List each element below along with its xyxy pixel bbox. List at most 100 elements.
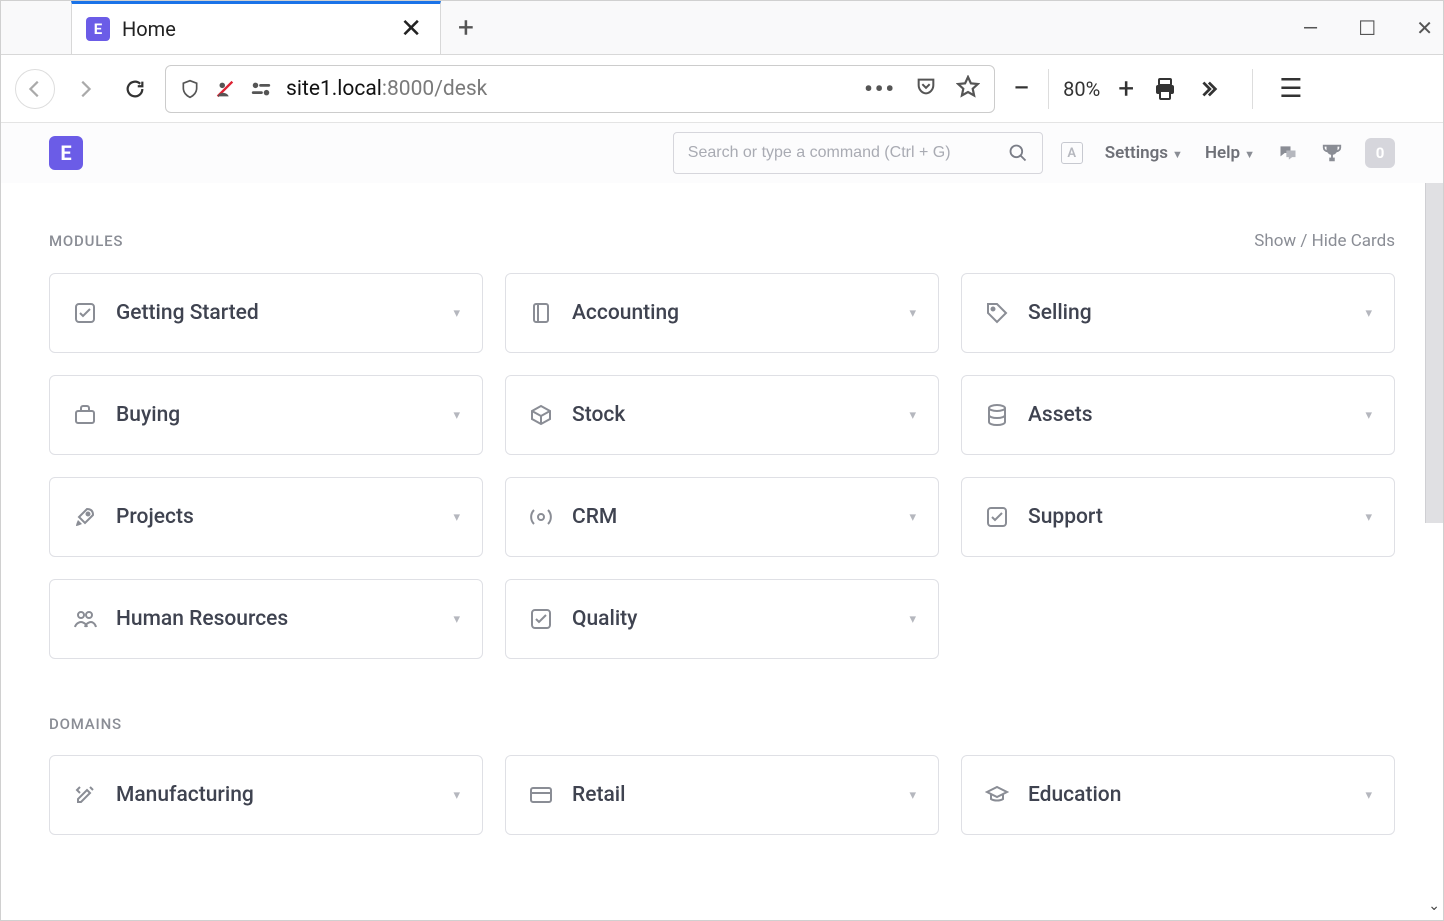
module-card-human-resources[interactable]: Human Resources ▾: [49, 579, 483, 659]
module-card-assets[interactable]: Assets ▾: [961, 375, 1395, 455]
card-label: Accounting: [572, 301, 679, 325]
overflow-icon[interactable]: [1196, 78, 1220, 100]
card-label: Education: [1028, 783, 1121, 807]
modules-section-header: MODULES Show / Hide Cards: [49, 231, 1395, 251]
minimize-icon[interactable]: —: [1303, 16, 1319, 40]
chevron-down-icon[interactable]: ▾: [453, 408, 460, 423]
briefcase-icon: [72, 403, 98, 427]
chevron-down-icon[interactable]: ▾: [453, 510, 460, 525]
star-icon[interactable]: [956, 75, 980, 103]
chevron-down-icon[interactable]: ▾: [909, 306, 916, 321]
chevron-down-icon[interactable]: ▾: [909, 788, 916, 803]
card-label: Stock: [572, 403, 625, 427]
search-icon[interactable]: [1008, 143, 1028, 163]
browser-tab-strip: E Home ✕ + — ☐ ✕: [1, 1, 1443, 55]
show-hide-cards-link[interactable]: Show / Hide Cards: [1254, 231, 1395, 251]
close-window-icon[interactable]: ✕: [1416, 16, 1433, 40]
chevron-down-icon[interactable]: ▾: [909, 510, 916, 525]
module-card-accounting[interactable]: Accounting ▾: [505, 273, 939, 353]
chevron-down-icon[interactable]: ▾: [1365, 408, 1372, 423]
chevron-down-icon[interactable]: ▾: [909, 612, 916, 627]
font-size-icon[interactable]: A: [1061, 142, 1083, 164]
browser-tab-home[interactable]: E Home ✕: [71, 1, 441, 54]
shield-icon[interactable]: [180, 78, 200, 100]
database-icon: [984, 403, 1010, 427]
domain-card-manufacturing[interactable]: Manufacturing ▾: [49, 755, 483, 835]
permission-icon[interactable]: [214, 78, 236, 100]
check-square-icon: [984, 505, 1010, 529]
settings-menu[interactable]: Settings▼: [1105, 143, 1183, 163]
chevron-down-icon[interactable]: ▾: [1365, 510, 1372, 525]
book-icon: [528, 301, 554, 325]
module-card-selling[interactable]: Selling ▾: [961, 273, 1395, 353]
reload-button[interactable]: [115, 69, 155, 109]
address-bar[interactable]: site1.local:8000/desk •••: [165, 65, 995, 113]
more-icon[interactable]: •••: [864, 75, 896, 103]
close-icon[interactable]: ✕: [400, 16, 422, 42]
card-label: Buying: [116, 403, 180, 427]
tab-title: Home: [122, 17, 176, 41]
domain-card-education[interactable]: Education ▾: [961, 755, 1395, 835]
card-label: CRM: [572, 505, 617, 529]
domains-cards-grid: Manufacturing ▾ Retail ▾ Education ▾: [49, 755, 1395, 835]
chevron-down-icon[interactable]: ▾: [453, 788, 460, 803]
card-label: Projects: [116, 505, 194, 529]
main-content: MODULES Show / Hide Cards Getting Starte…: [1, 183, 1443, 835]
hamburger-icon[interactable]: ☰: [1252, 69, 1302, 109]
notification-badge[interactable]: 0: [1365, 138, 1395, 168]
module-card-getting-started[interactable]: Getting Started ▾: [49, 273, 483, 353]
chevron-down-icon[interactable]: ▾: [453, 612, 460, 627]
tag-icon: [984, 301, 1010, 325]
card-label: Assets: [1028, 403, 1093, 427]
module-card-projects[interactable]: Projects ▾: [49, 477, 483, 557]
card-label: Quality: [572, 607, 637, 631]
pocket-icon[interactable]: [914, 75, 938, 103]
chevron-down-icon[interactable]: ▾: [453, 306, 460, 321]
module-card-support[interactable]: Support▾: [961, 477, 1395, 557]
modules-cards-grid: Getting Started▾Accounting▾Selling▾Buyin…: [49, 273, 1395, 659]
maximize-icon[interactable]: ☐: [1358, 16, 1376, 40]
zoom-level: 80%: [1063, 77, 1100, 101]
card-label: Human Resources: [116, 607, 288, 631]
app-header-right: A Settings▼ Help▼ 0: [1061, 138, 1395, 168]
search-field[interactable]: [673, 132, 1043, 174]
print-icon[interactable]: [1152, 77, 1178, 101]
check-square-icon: [528, 607, 554, 631]
card-label: Manufacturing: [116, 783, 254, 807]
forward-button[interactable]: [65, 69, 105, 109]
trophy-icon[interactable]: [1321, 142, 1343, 164]
domains-title: DOMAINS: [49, 715, 122, 733]
app-logo[interactable]: E: [49, 136, 83, 170]
chevron-down-icon[interactable]: ▾: [1365, 788, 1372, 803]
card-label: Getting Started: [116, 301, 259, 325]
rocket-icon: [72, 505, 98, 529]
new-tab-button[interactable]: +: [441, 1, 491, 54]
chevron-down-icon[interactable]: ▾: [1365, 306, 1372, 321]
check-square-icon: [72, 301, 98, 325]
domains-section-header: DOMAINS: [49, 715, 1395, 733]
settings-toggle-icon[interactable]: [250, 80, 272, 98]
url-text: site1.local:8000/desk: [286, 77, 487, 101]
people-icon: [72, 607, 98, 631]
graduation-icon: [984, 783, 1010, 807]
module-card-crm[interactable]: CRM ▾: [505, 477, 939, 557]
broadcast-icon: [528, 505, 554, 529]
chat-icon[interactable]: [1277, 143, 1299, 163]
card-label: Retail: [572, 783, 625, 807]
scrollbar[interactable]: [1425, 183, 1443, 523]
card-label: Selling: [1028, 301, 1092, 325]
help-menu[interactable]: Help▼: [1205, 143, 1255, 163]
chevron-down-icon[interactable]: ▾: [909, 408, 916, 423]
back-button[interactable]: [15, 69, 55, 109]
browser-toolbar-right: − 80% + ☰: [1013, 69, 1303, 109]
module-card-stock[interactable]: Stock ▾: [505, 375, 939, 455]
modules-title: MODULES: [49, 232, 123, 250]
module-card-buying[interactable]: Buying ▾: [49, 375, 483, 455]
credit-card-icon: [528, 783, 554, 807]
search-input[interactable]: [688, 144, 1000, 162]
scroll-down-caret[interactable]: ⌄: [1428, 898, 1440, 914]
module-card-quality[interactable]: Quality ▾: [505, 579, 939, 659]
box-icon: [528, 403, 554, 427]
window-controls: — ☐ ✕: [1303, 1, 1433, 55]
domain-card-retail[interactable]: Retail ▾: [505, 755, 939, 835]
